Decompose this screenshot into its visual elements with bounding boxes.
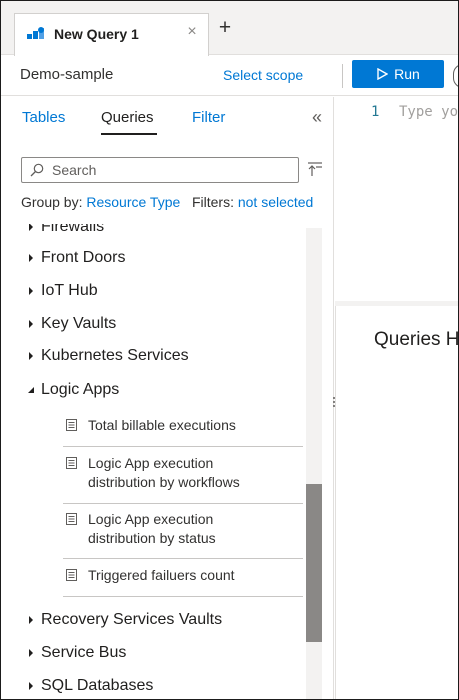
- category-label: Kubernetes Services: [41, 347, 189, 364]
- query-title-line2: distribution by status: [88, 530, 216, 546]
- category-front-doors[interactable]: Front Doors: [27, 246, 125, 270]
- category-key-vaults[interactable]: Key Vaults: [27, 312, 116, 336]
- query-item-total-billable[interactable]: Total billable executions: [63, 412, 303, 447]
- query-icon: [27, 27, 44, 39]
- category-recovery-services-vaults[interactable]: Recovery Services Vaults: [27, 608, 222, 632]
- tab-strip: New Query 1 × +: [1, 1, 458, 56]
- query-item-execution-by-status[interactable]: Logic App execution distribution by stat…: [63, 506, 303, 559]
- queries-hub-title: Queries Hub: [374, 329, 459, 350]
- caret-right-icon: [29, 287, 33, 295]
- category-sql-databases[interactable]: SQL Databases: [27, 674, 153, 698]
- tab-queries[interactable]: Queries: [101, 109, 154, 126]
- query-item-triggered-failures[interactable]: Triggered failuers count: [63, 562, 303, 597]
- line-number: 1: [371, 104, 380, 120]
- category-label: Recovery Services Vaults: [41, 611, 223, 628]
- caret-right-icon: [29, 320, 33, 328]
- category-label: SQL Databases: [41, 677, 154, 694]
- query-title: Triggered failuers count: [88, 567, 235, 583]
- query-toolbar: Demo-sample Select scope Run: [1, 56, 458, 96]
- caret-right-icon: [29, 224, 33, 231]
- editor-placeholder: Type your query here...: [399, 104, 459, 120]
- category-service-bus[interactable]: Service Bus: [27, 641, 126, 665]
- category-label: Firewalls: [41, 224, 105, 235]
- run-button[interactable]: Run: [352, 60, 444, 88]
- list-scrollbar[interactable]: [306, 228, 322, 699]
- close-tab-button[interactable]: ×: [184, 23, 200, 43]
- add-tab-button[interactable]: +: [215, 17, 235, 42]
- run-label: Run: [394, 66, 420, 82]
- play-icon: [377, 68, 389, 80]
- caret-right-icon: [29, 616, 33, 624]
- caret-down-icon: [28, 387, 34, 393]
- category-label: Key Vaults: [41, 315, 117, 332]
- filters-value[interactable]: not selected: [238, 194, 314, 210]
- tab-new-query-1[interactable]: New Query 1 ×: [14, 13, 209, 56]
- query-title-line2: distribution by workflows: [88, 474, 240, 490]
- query-editor[interactable]: 1 Type your query here...: [335, 97, 459, 302]
- caret-right-icon: [29, 352, 33, 360]
- search-box[interactable]: [21, 157, 299, 183]
- toolbar-divider: [342, 64, 343, 88]
- query-category-list: Firewalls Front Doors IoT Hub Key Vaults…: [1, 224, 306, 699]
- category-logic-apps[interactable]: Logic Apps: [27, 378, 119, 402]
- category-label: Front Doors: [41, 249, 126, 266]
- query-title-line1: Logic App execution: [88, 511, 214, 527]
- caret-right-icon: [29, 649, 33, 657]
- caret-right-icon: [29, 682, 33, 690]
- document-icon: [66, 419, 77, 431]
- group-by-label: Group by:: [21, 194, 83, 210]
- search-icon: [30, 163, 44, 177]
- tab-title: New Query 1: [54, 26, 139, 42]
- category-label: Service Bus: [41, 644, 127, 661]
- category-kubernetes-services[interactable]: Kubernetes Services: [27, 344, 189, 368]
- category-iot-hub[interactable]: IoT Hub: [27, 279, 98, 303]
- query-item-execution-by-workflows[interactable]: Logic App execution distribution by work…: [63, 450, 303, 504]
- scrollbar-thumb[interactable]: [306, 484, 322, 642]
- document-icon: [66, 569, 77, 581]
- caret-right-icon: [29, 254, 33, 262]
- group-by-value[interactable]: Resource Type: [86, 194, 180, 210]
- category-firewalls[interactable]: Firewalls: [27, 224, 104, 239]
- document-icon: [66, 457, 77, 469]
- active-tab-indicator: [101, 133, 157, 135]
- category-label: IoT Hub: [41, 282, 98, 299]
- filters-label: Filters:: [191, 194, 234, 210]
- collapse-panel-button[interactable]: «: [312, 107, 328, 129]
- group-by-row: Group by: Resource Type Filters: not sel…: [21, 194, 313, 210]
- category-label: Logic Apps: [41, 381, 120, 398]
- sort-icon[interactable]: [307, 161, 323, 177]
- search-input[interactable]: [52, 160, 292, 180]
- tab-tables[interactable]: Tables: [22, 109, 65, 126]
- scope-name: Demo-sample: [20, 66, 114, 83]
- app-window: New Query 1 × + Demo-sample Select scope…: [0, 0, 459, 700]
- results-pane: Queries Hub: [335, 306, 459, 699]
- document-icon: [66, 513, 77, 525]
- query-title: Total billable executions: [88, 417, 236, 433]
- panel-tabs: Tables Queries Filter «: [1, 97, 334, 141]
- schema-panel: Tables Queries Filter « Group by: Resour…: [1, 97, 334, 699]
- tab-filter[interactable]: Filter: [192, 109, 225, 126]
- time-range-button[interactable]: [453, 64, 458, 88]
- select-scope-link[interactable]: Select scope: [223, 67, 303, 83]
- query-title-line1: Logic App execution: [88, 455, 214, 471]
